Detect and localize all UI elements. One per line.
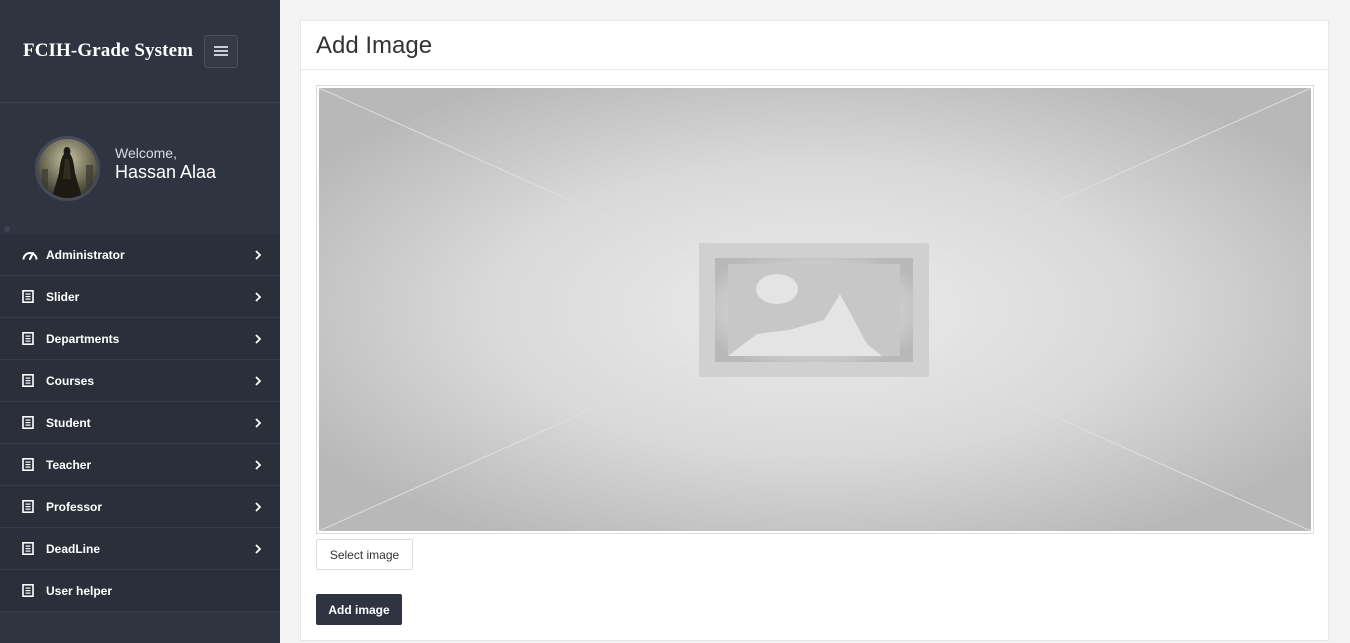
sidebar-item-label: User helper	[46, 583, 113, 598]
app-title: FCIH-Grade System	[23, 40, 194, 61]
menu-toggle-button[interactable]	[204, 34, 239, 68]
status-dot	[4, 226, 10, 232]
sidebar-item-departments[interactable]: Departments	[0, 318, 280, 360]
document-icon	[22, 416, 40, 430]
document-icon	[22, 584, 40, 598]
sidebar-item-deadline[interactable]: DeadLine	[0, 528, 280, 570]
panel-header: Add Image	[301, 21, 1328, 70]
document-icon	[22, 332, 40, 346]
sidebar-item-label: Departments	[46, 331, 120, 346]
sidebar-item-administrator[interactable]: Administrator	[0, 234, 280, 276]
sidebar-item-user-helper[interactable]: User helper	[0, 570, 280, 612]
chevron-right-icon	[255, 375, 261, 386]
chevron-right-icon	[255, 249, 261, 260]
document-icon	[22, 500, 40, 514]
sidebar-item-professor[interactable]: Professor	[0, 486, 280, 528]
brand-header: FCIH-Grade System	[0, 0, 280, 103]
chevron-right-icon	[255, 417, 261, 428]
sidebar-item-label: Courses	[46, 373, 95, 388]
user-profile: Welcome, Hassan Alaa	[0, 103, 280, 234]
document-icon	[22, 458, 40, 472]
add-image-panel: Add Image Select image Add image	[300, 20, 1329, 641]
document-icon	[22, 542, 40, 556]
image-preview	[316, 85, 1314, 534]
sidebar: FCIH-Grade System Welcome, Hassan Alaa A…	[0, 0, 280, 643]
sidebar-item-slider[interactable]: Slider	[0, 276, 280, 318]
sidebar-item-label: Student	[46, 415, 91, 430]
image-placeholder-icon	[319, 88, 1311, 531]
sidebar-item-courses[interactable]: Courses	[0, 360, 280, 402]
select-image-button[interactable]: Select image	[316, 539, 413, 570]
avatar-image	[38, 139, 97, 198]
welcome-label: Welcome,	[115, 145, 177, 161]
sidebar-item-label: Administrator	[46, 247, 125, 262]
document-icon	[22, 374, 40, 388]
document-icon	[22, 290, 40, 304]
avatar[interactable]	[35, 136, 100, 201]
user-name: Hassan Alaa	[115, 162, 217, 182]
chevron-right-icon	[255, 459, 261, 470]
page-title: Add Image	[316, 32, 433, 59]
chevron-right-icon	[255, 501, 261, 512]
sidebar-item-label: DeadLine	[46, 541, 101, 556]
sidebar-item-label: Teacher	[46, 457, 92, 472]
add-image-button[interactable]: Add image	[316, 594, 402, 625]
hamburger-icon	[214, 46, 229, 56]
chevron-right-icon	[255, 291, 261, 302]
sidebar-item-label: Slider	[46, 289, 80, 304]
dashboard-gauge-icon	[22, 248, 40, 262]
sidebar-item-teacher[interactable]: Teacher	[0, 444, 280, 486]
sidebar-item-label: Professor	[46, 499, 103, 514]
chevron-right-icon	[255, 543, 261, 554]
sidebar-menu: Administrator Slider Departments Courses	[0, 234, 280, 612]
page-scroll-edge	[1344, 0, 1350, 643]
welcome-block: Welcome, Hassan Alaa	[115, 145, 216, 182]
chevron-right-icon	[255, 333, 261, 344]
sidebar-item-student[interactable]: Student	[0, 402, 280, 444]
